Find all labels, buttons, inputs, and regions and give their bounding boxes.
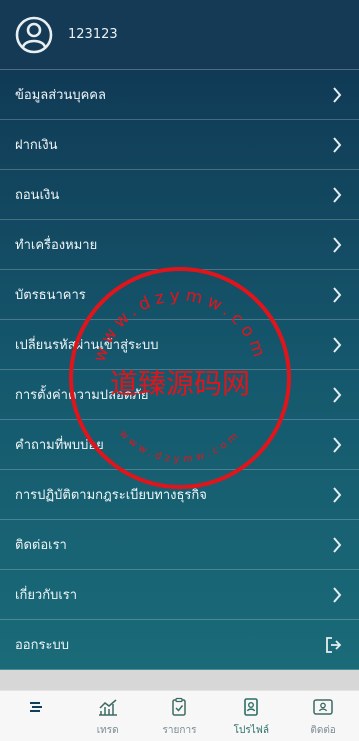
menu-item-withdraw[interactable]: ถอนเงิน bbox=[0, 170, 359, 220]
tab-contact[interactable]: ติดต่อ bbox=[287, 697, 359, 736]
contact-card-icon bbox=[312, 697, 334, 721]
menu-item-label: คำถามที่พบบ่อย bbox=[15, 438, 104, 453]
chevron-right-icon bbox=[331, 86, 343, 104]
menu-item-deposit[interactable]: ฝากเงิน bbox=[0, 120, 359, 170]
menu-item-label: ติดต่อเรา bbox=[15, 538, 67, 553]
username-label: 123123 bbox=[68, 27, 118, 42]
tab-label: ติดต่อ bbox=[310, 725, 336, 736]
chevron-right-icon bbox=[331, 486, 343, 504]
menu-item-label: บัตรธนาคาร bbox=[15, 288, 86, 303]
menu-item-compliance[interactable]: การปฏิบัติตามกฎระเบียบทางธุรกิจ bbox=[0, 470, 359, 520]
menu-item-label: การปฏิบัติตามกฎระเบียบทางธุรกิจ bbox=[15, 488, 207, 503]
user-avatar-icon[interactable] bbox=[14, 15, 54, 55]
menu-item-label: ถอนเงิน bbox=[15, 188, 60, 203]
menu-item-logout[interactable]: ออกระบบ bbox=[0, 620, 359, 670]
menu-item-about-us[interactable]: เกี่ยวกับเรา bbox=[0, 570, 359, 620]
menu-item-label: เกี่ยวกับเรา bbox=[15, 588, 78, 603]
menu-item-bookmark[interactable]: ทำเครื่องหมาย bbox=[0, 220, 359, 270]
brand-logo-icon bbox=[26, 697, 46, 721]
menu-item-label: ฝากเงิน bbox=[15, 138, 58, 153]
logout-icon bbox=[323, 636, 343, 654]
content-footer-band bbox=[0, 670, 359, 690]
bottom-tab-bar: เทรด รายการ โปรไฟล์ ติดต่อ bbox=[0, 690, 359, 741]
menu-item-security-settings[interactable]: การตั้งค่าความปลอดภัย bbox=[0, 370, 359, 420]
tab-profile[interactable]: โปรไฟล์ bbox=[215, 697, 287, 736]
chevron-right-icon bbox=[331, 586, 343, 604]
menu-item-contact-us[interactable]: ติดต่อเรา bbox=[0, 520, 359, 570]
menu-item-personal-info[interactable]: ข้อมูลส่วนบุคคล bbox=[0, 70, 359, 120]
id-badge-icon bbox=[241, 697, 261, 721]
menu-item-label: ข้อมูลส่วนบุคคล bbox=[15, 88, 106, 103]
chevron-right-icon bbox=[331, 286, 343, 304]
clipboard-check-icon bbox=[169, 697, 189, 721]
tab-home[interactable] bbox=[0, 697, 72, 735]
tab-label: เทรด bbox=[96, 725, 119, 736]
profile-header: 123123 bbox=[0, 0, 359, 70]
menu-item-bank-card[interactable]: บัตรธนาคาร bbox=[0, 270, 359, 320]
chevron-right-icon bbox=[331, 136, 343, 154]
menu-item-label: ออกระบบ bbox=[15, 638, 69, 653]
tab-trade[interactable]: เทรด bbox=[72, 697, 144, 736]
menu-item-faq[interactable]: คำถามที่พบบ่อย bbox=[0, 420, 359, 470]
profile-screen: 123123 ข้อมูลส่วนบุคคล ฝากเงิน ถอนเงิน ท… bbox=[0, 0, 359, 741]
chevron-right-icon bbox=[331, 386, 343, 404]
chevron-right-icon bbox=[331, 236, 343, 254]
menu-item-label: เปลี่ยนรหัสผ่านเข้าสู่ระบบ bbox=[15, 338, 159, 353]
tab-label: โปรไฟล์ bbox=[233, 725, 269, 736]
tab-label: รายการ bbox=[162, 725, 197, 736]
chevron-right-icon bbox=[331, 436, 343, 454]
trend-chart-icon bbox=[97, 697, 119, 721]
chevron-right-icon bbox=[331, 336, 343, 354]
chevron-right-icon bbox=[331, 536, 343, 554]
menu-item-label: การตั้งค่าความปลอดภัย bbox=[15, 388, 149, 403]
profile-menu: ข้อมูลส่วนบุคคล ฝากเงิน ถอนเงิน ทำเครื่อ… bbox=[0, 70, 359, 670]
menu-item-label: ทำเครื่องหมาย bbox=[15, 238, 98, 253]
menu-item-change-password[interactable]: เปลี่ยนรหัสผ่านเข้าสู่ระบบ bbox=[0, 320, 359, 370]
tab-orders[interactable]: รายการ bbox=[144, 697, 216, 736]
chevron-right-icon bbox=[331, 186, 343, 204]
